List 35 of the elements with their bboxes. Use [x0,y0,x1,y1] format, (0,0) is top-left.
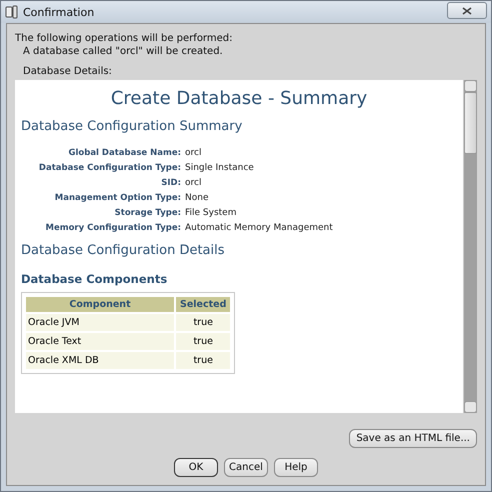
field-value: None [185,193,210,203]
field-value: Automatic Memory Management [185,223,334,233]
dialog-button[interactable]: Cancel [224,458,268,477]
field-label: SID: [160,178,181,188]
section-heading: Database Configuration Details [21,243,226,258]
section-heading: Database Configuration Summary [21,119,244,134]
column-header: Component [26,297,174,312]
close-button[interactable] [447,2,487,19]
save-html-button[interactable]: Save as an HTML file... [349,429,477,448]
table-cell: true [176,352,230,369]
field-label: Storage Type: [114,208,181,218]
message-text: The following operations will be performed: [15,32,234,45]
window-icon [5,5,19,19]
table-cell: true [176,314,230,331]
field-value: orcl [185,148,202,158]
field-value: orcl [185,178,202,188]
summary-title: Create Database - Summary [110,88,368,109]
window-title: Confirmation [23,6,96,18]
message-text: A database called "orcl" will be created. [22,45,224,58]
dialog-button[interactable]: OK [174,458,218,477]
section-label: Database Details: [22,65,113,79]
table-cell: Oracle JVM [26,314,174,331]
field-label: Memory Configuration Type: [44,223,181,233]
column-header: Selected [176,297,230,312]
table-cell: Oracle Text [26,333,174,350]
field-label: Global Database Name: [68,148,181,158]
field-label: Management Option Type: [54,193,181,203]
close-icon [462,6,472,14]
field-label: Database Configuration Type: [38,163,181,173]
dialog-button[interactable]: Help [274,458,318,477]
field-value: Single Instance [185,163,255,173]
table-cell: true [176,333,230,350]
section-heading: Database Components [21,272,168,286]
table-cell: Oracle XML DB [26,352,174,369]
field-value: File System [185,208,238,218]
